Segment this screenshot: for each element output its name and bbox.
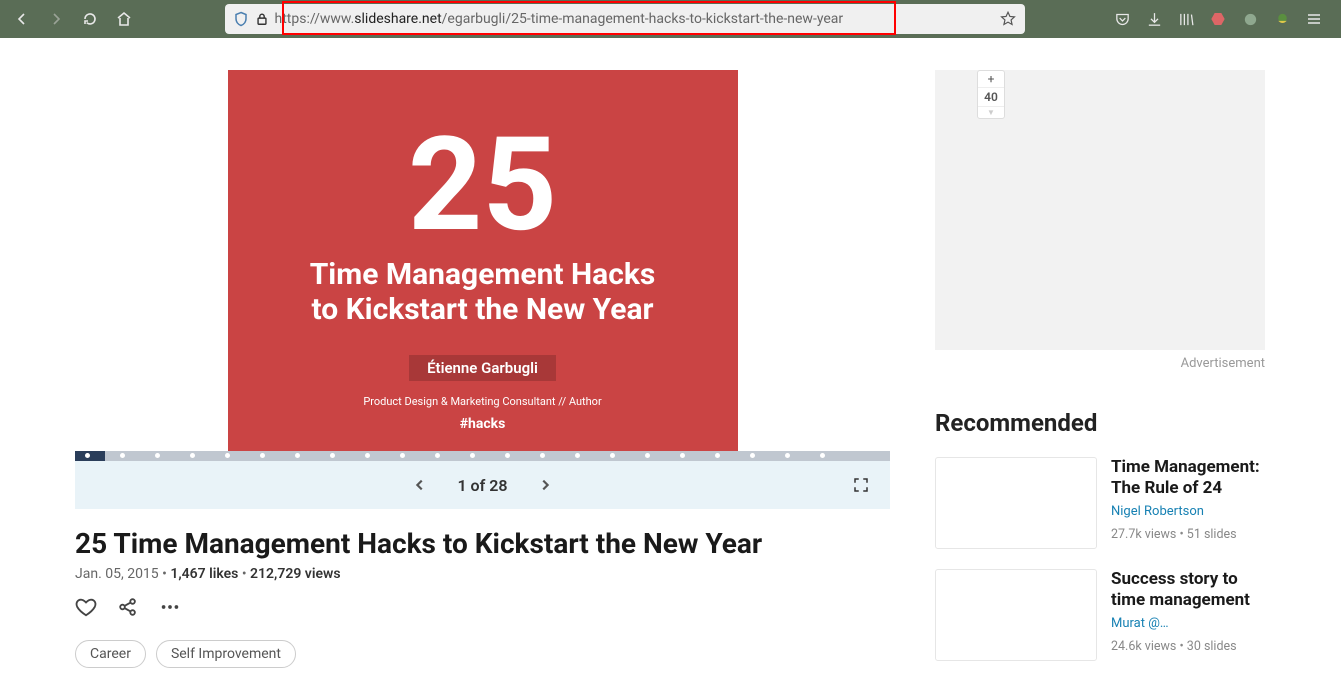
- url-bar[interactable]: https://www.slideshare.net/egarbugli/25-…: [225, 4, 1025, 34]
- ad-label: Advertisement: [935, 356, 1265, 371]
- upvote-widget: + 40 ▼: [977, 70, 1005, 119]
- rec-title: Time Management: The Rule of 24: [1111, 457, 1265, 500]
- fullscreen-button[interactable]: [852, 476, 870, 494]
- main-column: 25 Time Management Hacks to Kickstart th…: [75, 58, 890, 668]
- page-content: 25 Time Management Hacks to Kickstart th…: [0, 38, 1341, 688]
- reload-button[interactable]: [76, 5, 104, 33]
- home-button[interactable]: [110, 5, 138, 33]
- download-icon[interactable]: [1143, 8, 1165, 30]
- pocket-icon[interactable]: [1111, 8, 1133, 30]
- slide-subtitle: Time Management Hacks to Kickstart the N…: [310, 258, 656, 327]
- downvote-button[interactable]: ▼: [978, 106, 1004, 118]
- next-slide-button[interactable]: [538, 478, 552, 492]
- extension-icon[interactable]: [1239, 8, 1261, 30]
- pager-text: 1 of 28: [457, 476, 507, 495]
- more-button[interactable]: [159, 596, 181, 618]
- rec-info: Success story to time management Murat @…: [1111, 569, 1265, 661]
- slide-thumbnails-strip[interactable]: [75, 451, 890, 461]
- right-column: Advertisement Recommended Time Managemen…: [935, 58, 1265, 668]
- toolbar-right-icons: [1111, 8, 1333, 30]
- tag-career[interactable]: Career: [75, 640, 146, 668]
- star-icon[interactable]: [999, 10, 1017, 28]
- nav-icons: [8, 5, 138, 33]
- slide-area: 25 Time Management Hacks to Kickstart th…: [75, 58, 890, 453]
- forward-button[interactable]: [42, 5, 70, 33]
- library-icon[interactable]: [1175, 8, 1197, 30]
- recommended-heading: Recommended: [935, 409, 1265, 437]
- tags-row: Career Self Improvement: [75, 640, 890, 668]
- rec-info: Time Management: The Rule of 24 Nigel Ro…: [1111, 457, 1265, 549]
- browser-toolbar: https://www.slideshare.net/egarbugli/25-…: [0, 0, 1341, 38]
- upvote-button[interactable]: +: [978, 71, 1004, 88]
- shield-icon: [233, 11, 249, 27]
- rec-stats: 24.6k views • 30 slides: [1111, 639, 1265, 654]
- recommended-item[interactable]: Success story to time management Murat @…: [935, 569, 1265, 661]
- slide-role: Product Design & Marketing Consultant //…: [363, 395, 601, 408]
- slide-hashtag: #hacks: [460, 416, 506, 432]
- share-button[interactable]: [117, 596, 139, 618]
- prev-slide-button[interactable]: [413, 478, 427, 492]
- rec-thumbnail: [935, 457, 1097, 549]
- slide-pager: 1 of 28: [75, 461, 890, 509]
- rec-stats: 27.7k views • 51 slides: [1111, 527, 1265, 542]
- like-button[interactable]: [75, 596, 97, 618]
- rec-author: Nigel Robertson: [1111, 504, 1265, 519]
- recommended-item[interactable]: Time Management: The Rule of 24 Nigel Ro…: [935, 457, 1265, 549]
- slide-viewer[interactable]: 25 Time Management Hacks to Kickstart th…: [228, 70, 738, 453]
- idm-icon[interactable]: [1271, 8, 1293, 30]
- url-highlight-box: [282, 1, 896, 35]
- back-button[interactable]: [8, 5, 36, 33]
- slide-number: 25: [408, 120, 557, 250]
- hamburger-icon[interactable]: [1303, 8, 1325, 30]
- tag-self-improvement[interactable]: Self Improvement: [156, 640, 296, 668]
- lock-icon: [255, 12, 269, 26]
- rec-title: Success story to time management: [1111, 569, 1265, 612]
- page-meta: Jan. 05, 2015 • 1,467 likes • 212,729 vi…: [75, 566, 890, 582]
- page-title: 25 Time Management Hacks to Kickstart th…: [75, 527, 890, 560]
- rec-thumbnail: [935, 569, 1097, 661]
- action-row: [75, 596, 890, 618]
- adblock-icon[interactable]: [1207, 8, 1229, 30]
- rec-author: Murat @…: [1111, 616, 1265, 631]
- slide-author: Étienne Garbugli: [409, 355, 556, 381]
- upvote-count: 40: [978, 88, 1004, 106]
- url-bar-wrap: https://www.slideshare.net/egarbugli/25-…: [142, 4, 1107, 34]
